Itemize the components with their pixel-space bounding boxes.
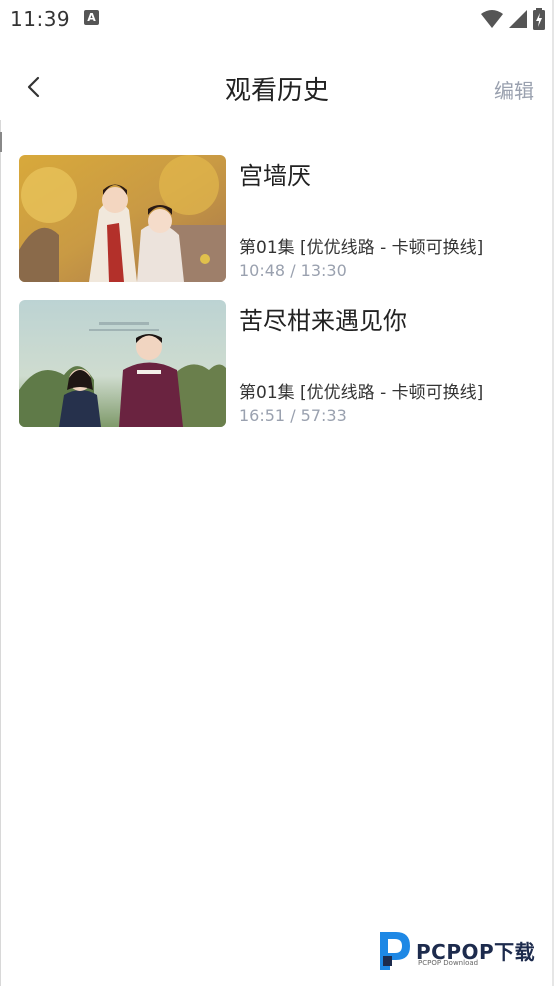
video-thumbnail[interactable] xyxy=(19,155,226,282)
status-icons xyxy=(480,8,546,30)
page-title: 观看历史 xyxy=(224,76,329,106)
item-title: 苦尽柑来遇见你 xyxy=(239,307,407,335)
status-time: 11:39 xyxy=(10,7,71,31)
watermark-subtitle: PCPOP Download xyxy=(418,959,479,967)
status-bar: 11:39 A xyxy=(0,0,554,38)
app-bar: 观看历史 编辑 xyxy=(0,60,554,116)
item-title: 宫墙厌 xyxy=(239,162,311,190)
pcpop-logo-icon xyxy=(380,932,410,970)
cellular-signal-icon xyxy=(509,10,527,28)
notification-icon: A xyxy=(84,10,99,25)
item-progress: 10:48 / 13:30 xyxy=(239,261,347,280)
item-episode: 第01集 [优优线路 - 卡顿可换线] xyxy=(239,383,484,403)
history-item-1[interactable]: 宫墙厌 第01集 [优优线路 - 卡顿可换线] 10:48 / 13:30 xyxy=(19,155,539,282)
pcpop-watermark: PCPOP下载 PCPOP Download xyxy=(376,930,548,972)
item-progress: 16:51 / 57:33 xyxy=(239,406,347,425)
wifi-icon xyxy=(481,10,503,28)
video-thumbnail[interactable] xyxy=(19,300,226,427)
left-edge-divider xyxy=(0,120,1,986)
edit-button[interactable]: 编辑 xyxy=(494,75,534,104)
history-list: 宫墙厌 第01集 [优优线路 - 卡顿可换线] 10:48 / 13:30 苦尽… xyxy=(19,155,539,445)
left-edge-mark xyxy=(0,132,2,152)
battery-charging-icon xyxy=(533,8,545,30)
item-episode: 第01集 [优优线路 - 卡顿可换线] xyxy=(239,238,484,258)
history-item-2[interactable]: 苦尽柑来遇见你 第01集 [优优线路 - 卡顿可换线] 16:51 / 57:3… xyxy=(19,300,539,427)
